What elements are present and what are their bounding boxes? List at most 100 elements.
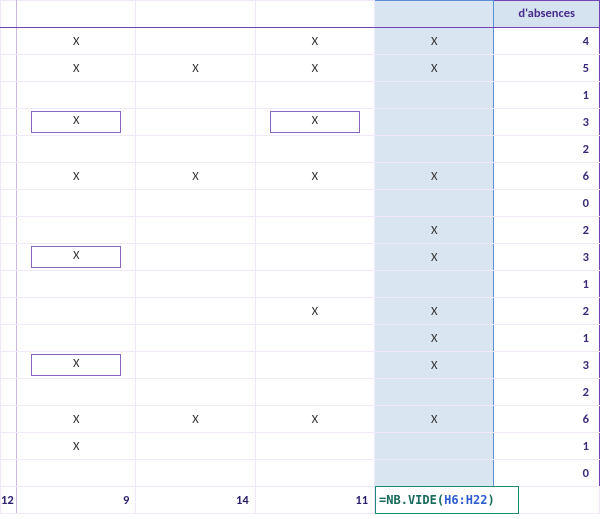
absence-count-cell[interactable]: 3: [494, 109, 600, 136]
count-col-header: d'absences: [494, 1, 600, 28]
attendance-cell-selected[interactable]: X: [375, 163, 494, 190]
attendance-cell[interactable]: [136, 217, 255, 244]
absence-count-cell[interactable]: 2: [494, 379, 600, 406]
attendance-cell[interactable]: [17, 217, 136, 244]
x-mark: X: [192, 61, 199, 76]
attendance-cell[interactable]: [136, 352, 255, 379]
attendance-cell[interactable]: X: [255, 109, 374, 136]
attendance-cell-selected[interactable]: X: [375, 244, 494, 271]
attendance-cell[interactable]: X: [17, 55, 136, 82]
attendance-cell[interactable]: [136, 28, 255, 55]
attendance-cell[interactable]: X: [17, 109, 136, 136]
table-row: X1: [1, 433, 600, 460]
formula-cell[interactable]: =NB.VIDE(H6:H22): [375, 487, 600, 514]
attendance-cell[interactable]: [255, 217, 374, 244]
attendance-cell[interactable]: [17, 136, 136, 163]
attendance-cell[interactable]: [17, 379, 136, 406]
attendance-cell[interactable]: [255, 325, 374, 352]
absence-count-cell[interactable]: 1: [494, 325, 600, 352]
attendance-cell[interactable]: [136, 109, 255, 136]
attendance-cell[interactable]: [17, 325, 136, 352]
attendance-cell[interactable]: X: [17, 406, 136, 433]
attendance-cell[interactable]: [17, 82, 136, 109]
attendance-cell[interactable]: [136, 460, 255, 487]
attendance-cell[interactable]: [255, 82, 374, 109]
absence-count-cell[interactable]: 6: [494, 163, 600, 190]
attendance-cell[interactable]: X: [17, 163, 136, 190]
attendance-cell[interactable]: [17, 190, 136, 217]
attendance-cell[interactable]: X: [17, 28, 136, 55]
attendance-cell[interactable]: [136, 244, 255, 271]
attendance-cell[interactable]: X: [17, 433, 136, 460]
attendance-cell[interactable]: [136, 82, 255, 109]
absence-count-cell[interactable]: 5: [494, 55, 600, 82]
spreadsheet-grid[interactable]: d'absences XXX4XXXX51XX32XXXX60X2XX31XX2…: [0, 0, 600, 514]
absence-count-cell[interactable]: 2: [494, 136, 600, 163]
attendance-cell[interactable]: X: [17, 244, 136, 271]
attendance-cell-selected[interactable]: [375, 109, 494, 136]
attendance-cell-selected[interactable]: [375, 460, 494, 487]
attendance-cell-selected[interactable]: X: [375, 352, 494, 379]
boxed-x: X: [31, 354, 121, 376]
x-mark: X: [431, 412, 438, 427]
attendance-cell[interactable]: [136, 190, 255, 217]
table-row: XXX4: [1, 28, 600, 55]
attendance-cell[interactable]: [255, 352, 374, 379]
attendance-cell-selected[interactable]: X: [375, 325, 494, 352]
attendance-cell-selected[interactable]: [375, 433, 494, 460]
attendance-cell[interactable]: [17, 460, 136, 487]
absence-count-cell[interactable]: 6: [494, 406, 600, 433]
attendance-cell-selected[interactable]: X: [375, 406, 494, 433]
attendance-cell[interactable]: X: [136, 406, 255, 433]
attendance-cell[interactable]: [136, 433, 255, 460]
attendance-cell[interactable]: [255, 433, 374, 460]
attendance-cell[interactable]: X: [136, 55, 255, 82]
absence-count-cell[interactable]: 3: [494, 352, 600, 379]
attendance-cell[interactable]: [136, 136, 255, 163]
absence-count-cell[interactable]: 3: [494, 244, 600, 271]
attendance-cell[interactable]: [255, 190, 374, 217]
attendance-cell[interactable]: [255, 244, 374, 271]
attendance-cell-selected[interactable]: X: [375, 217, 494, 244]
attendance-cell[interactable]: [136, 298, 255, 325]
absence-count-cell[interactable]: 1: [494, 433, 600, 460]
absence-count-cell[interactable]: 1: [494, 271, 600, 298]
absence-count-cell[interactable]: 2: [494, 298, 600, 325]
attendance-cell[interactable]: X: [17, 352, 136, 379]
attendance-cell[interactable]: X: [255, 55, 374, 82]
absence-count-cell[interactable]: 4: [494, 28, 600, 55]
attendance-cell[interactable]: X: [255, 298, 374, 325]
date-col-header-selected: [375, 1, 494, 28]
attendance-cell[interactable]: [17, 298, 136, 325]
absence-count-cell[interactable]: 0: [494, 190, 600, 217]
attendance-cell[interactable]: X: [255, 163, 374, 190]
attendance-cell[interactable]: [255, 271, 374, 298]
row-sliver: [1, 28, 17, 55]
attendance-cell-selected[interactable]: [375, 190, 494, 217]
absence-count-cell[interactable]: 0: [494, 460, 600, 487]
attendance-cell[interactable]: [136, 325, 255, 352]
attendance-cell[interactable]: X: [255, 406, 374, 433]
attendance-cell[interactable]: [136, 379, 255, 406]
attendance-cell[interactable]: [255, 379, 374, 406]
attendance-cell-selected[interactable]: X: [375, 55, 494, 82]
attendance-cell[interactable]: X: [136, 163, 255, 190]
attendance-cell-selected[interactable]: X: [375, 28, 494, 55]
absence-count-cell[interactable]: 2: [494, 217, 600, 244]
total-cell: 12: [1, 487, 17, 514]
attendance-cell[interactable]: [255, 460, 374, 487]
attendance-cell[interactable]: [136, 271, 255, 298]
attendance-cell[interactable]: [17, 271, 136, 298]
formula-ref: H6:H22: [444, 493, 487, 507]
x-mark: X: [431, 250, 438, 265]
table-row: X2: [1, 217, 600, 244]
attendance-cell-selected[interactable]: [375, 379, 494, 406]
attendance-cell-selected[interactable]: X: [375, 298, 494, 325]
header-row: d'absences: [1, 1, 600, 28]
attendance-cell[interactable]: [255, 136, 374, 163]
attendance-cell-selected[interactable]: [375, 271, 494, 298]
attendance-cell-selected[interactable]: [375, 136, 494, 163]
attendance-cell-selected[interactable]: [375, 82, 494, 109]
attendance-cell[interactable]: X: [255, 28, 374, 55]
absence-count-cell[interactable]: 1: [494, 82, 600, 109]
